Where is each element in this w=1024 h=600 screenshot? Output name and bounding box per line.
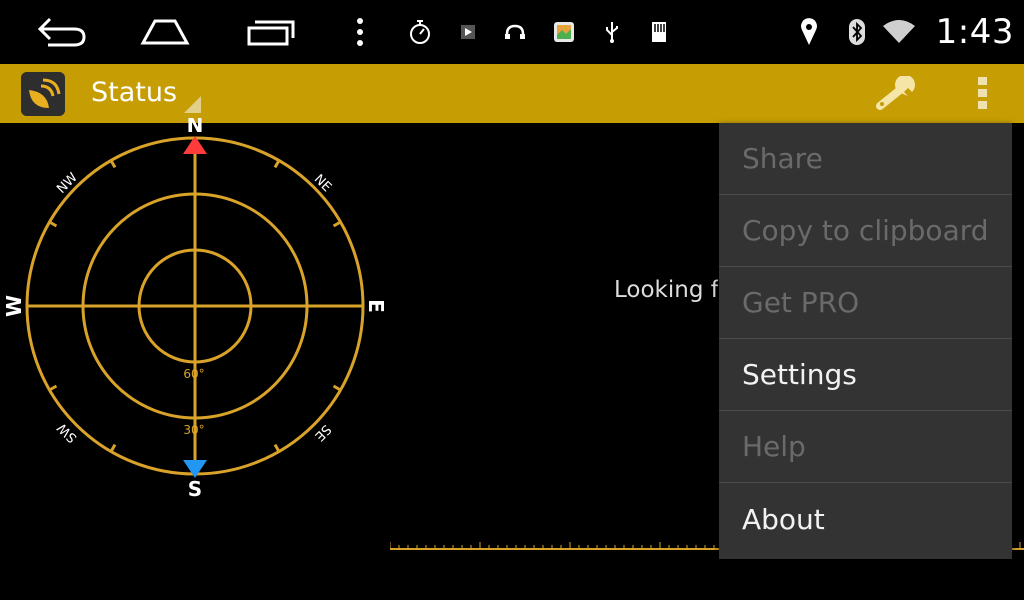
south-marker-icon — [183, 460, 207, 478]
compass-tick — [273, 443, 281, 454]
compass-label-ne: NE — [311, 172, 334, 195]
compass-label-s: S — [188, 477, 202, 501]
app-logo-icon[interactable] — [21, 72, 65, 116]
compass-tick — [109, 158, 117, 169]
menu-item-get-pro: Get PRO — [719, 267, 1012, 339]
menu-item-about[interactable]: About — [719, 483, 1012, 556]
gallery-icon — [552, 0, 576, 64]
wrench-icon[interactable] — [874, 74, 922, 116]
action-bar: Status — [0, 64, 1024, 123]
wifi-icon — [882, 0, 916, 64]
compass-tick — [273, 158, 281, 169]
usb-icon — [602, 0, 622, 64]
compass-label-e: E — [364, 299, 388, 313]
bluetooth-icon — [846, 0, 868, 64]
compass-tick — [47, 220, 58, 228]
status-clock: 1:43 — [935, 12, 1014, 52]
menu-item-help: Help — [719, 411, 1012, 483]
page-title[interactable]: Status — [91, 77, 177, 108]
compass-label-nw: NW — [54, 170, 81, 197]
compass-tick — [332, 220, 343, 228]
compass-label-n: N — [187, 118, 204, 137]
home-icon[interactable] — [138, 0, 192, 64]
headset-icon — [502, 0, 528, 64]
dropdown-triangle-icon[interactable] — [184, 96, 201, 113]
menu-item-copy-to-clipboard: Copy to clipboard — [719, 195, 1012, 267]
media-play-icon — [458, 0, 478, 64]
compass-radar: N S E W NE NW SE SW 60° 30° — [2, 118, 388, 501]
elevation-label-30: 30° — [183, 423, 204, 437]
overflow-popup-menu: Share Copy to clipboard Get PRO Settings… — [719, 123, 1012, 559]
menu-item-settings[interactable]: Settings — [719, 339, 1012, 411]
more-vert-icon[interactable] — [350, 0, 370, 64]
stopwatch-icon — [406, 0, 434, 64]
recent-apps-icon[interactable] — [244, 0, 298, 64]
back-icon[interactable] — [34, 0, 90, 64]
compass-tick — [47, 384, 58, 392]
system-status-bar: 1:43 — [0, 0, 1024, 64]
compass-label-w: W — [2, 295, 26, 317]
location-pin-icon — [798, 0, 820, 64]
compass-tick — [332, 384, 343, 392]
elevation-label-60: 60° — [183, 367, 204, 381]
overflow-menu-icon[interactable] — [972, 77, 992, 111]
gps-status-text: Looking for — [614, 277, 718, 303]
compass-tick — [109, 443, 117, 454]
menu-item-share: Share — [719, 123, 1012, 195]
sd-card-icon — [650, 0, 668, 64]
